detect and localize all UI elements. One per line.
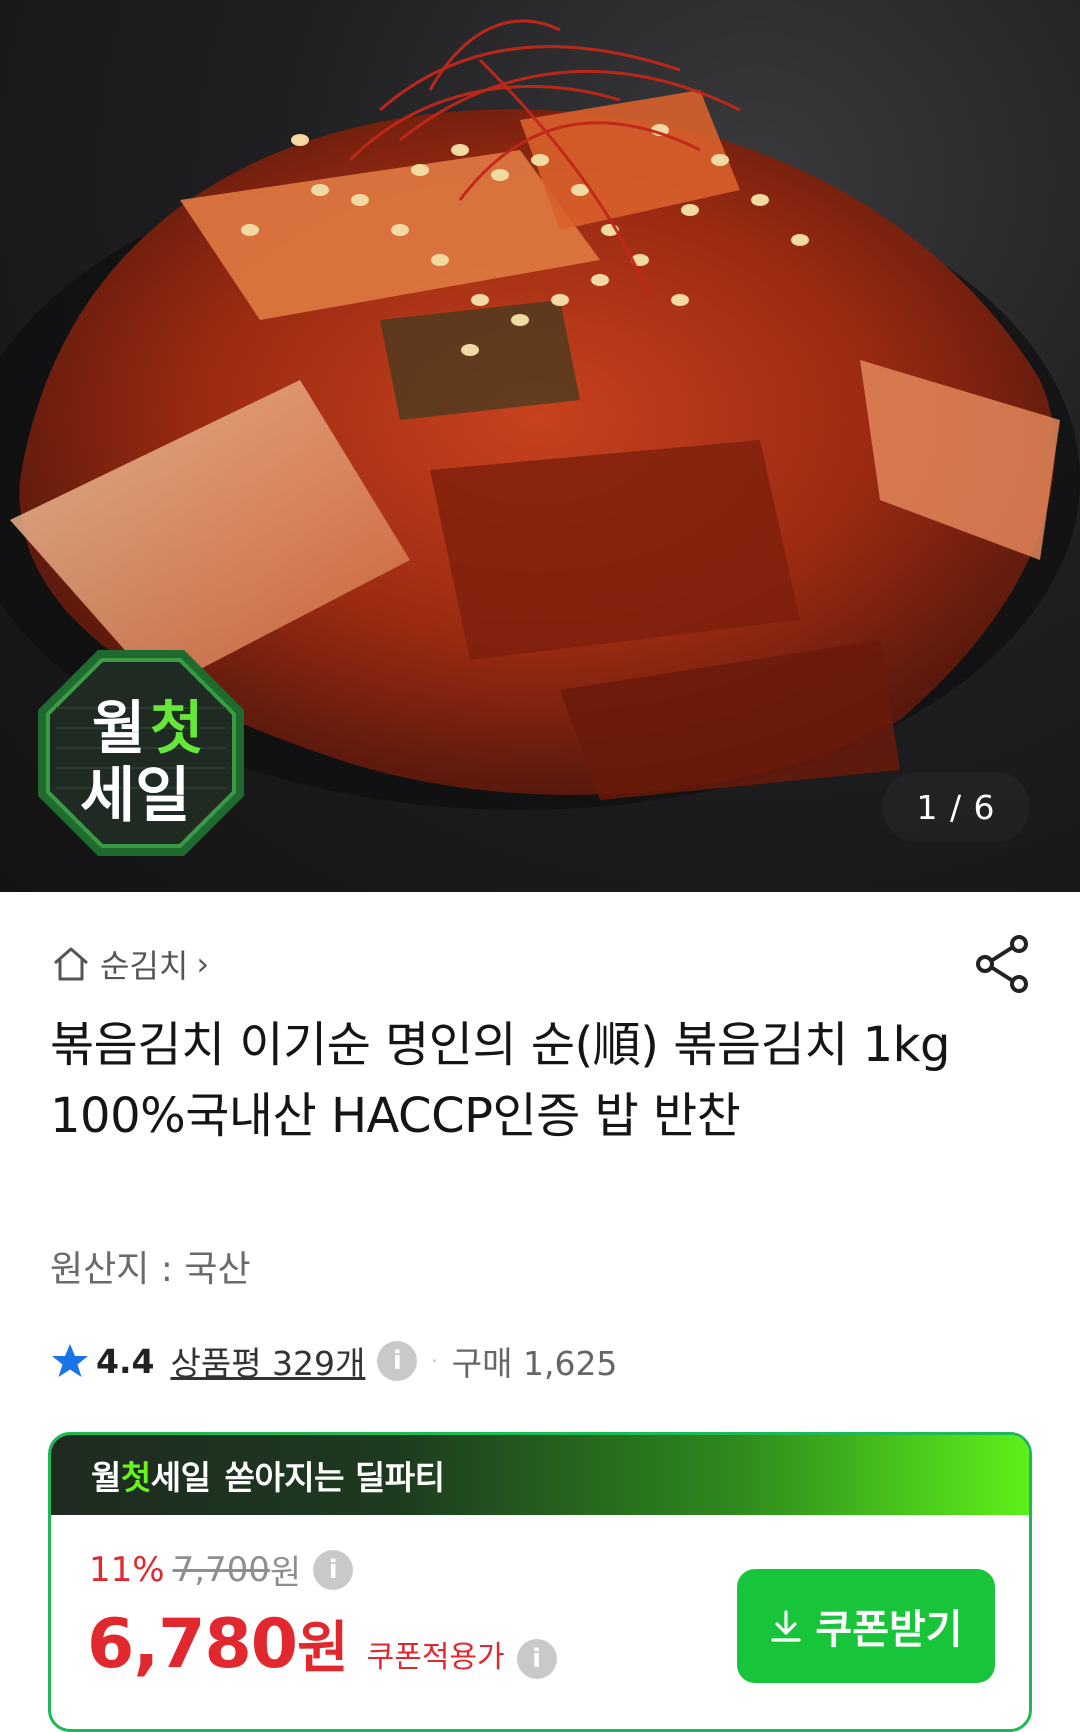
coupon-info-icon[interactable]: i: [516, 1639, 557, 1679]
rating-row: 4.4 상품평 329개 i · 구매 1,625: [50, 1335, 617, 1387]
get-coupon-button[interactable]: 쿠폰받기: [737, 1569, 995, 1683]
breadcrumb-category[interactable]: 순김치: [100, 941, 188, 987]
svg-text:세일: 세일: [80, 761, 190, 831]
image-counter: 1 / 6: [882, 772, 1030, 842]
info-icon[interactable]: i: [377, 1341, 418, 1381]
discount-rate: 11%: [89, 1549, 165, 1590]
product-title: 볶음김치 이기순 명인의 순(順) 볶음김치 1kg 100%국내산 HACCP…: [50, 1017, 950, 1144]
coupon-price-label: 쿠폰적용가: [366, 1640, 505, 1675]
get-coupon-label: 쿠폰받기: [815, 1607, 963, 1653]
sale-banner-text-b: 첫: [120, 1458, 151, 1497]
download-icon: [771, 1610, 801, 1642]
share-icon[interactable]: [974, 934, 1032, 994]
svg-text:월: 월: [92, 694, 145, 762]
review-count-link[interactable]: 상품평 329개: [170, 1337, 365, 1385]
price-row: 6,780 원 쿠폰적용가 i: [87, 1603, 571, 1684]
separator-dot: ·: [431, 1349, 438, 1373]
sale-price: 6,780: [87, 1605, 298, 1684]
rating-score: 4.4: [96, 1341, 155, 1381]
sale-banner-text-d: 쏟아지는 딜파티: [224, 1458, 445, 1497]
sale-price-unit: 원: [297, 1616, 349, 1681]
sale-banner-text-c: 세일: [150, 1458, 211, 1497]
sale-banner-text-a: 월: [91, 1458, 121, 1497]
discount-row: 11% 7,700 원 i: [89, 1545, 367, 1594]
original-price: 7,700: [172, 1549, 270, 1590]
home-icon: [54, 947, 88, 981]
purchase-count: 구매 1,625: [451, 1344, 618, 1383]
origin-info: 원산지 : 국산: [50, 1249, 251, 1290]
sale-price-card: 월 첫 세일 쏟아지는 딜파티 11% 7,700 원 i 6,780 원 쿠폰…: [48, 1432, 1032, 1732]
svg-text:첫: 첫: [150, 694, 203, 762]
product-image-carousel[interactable]: 월 첫 세일 1 / 6: [0, 0, 1080, 892]
sale-event-banner[interactable]: 월 첫 세일 쏟아지는 딜파티: [51, 1435, 1029, 1515]
star-icon: [52, 1344, 88, 1377]
price-info-icon[interactable]: i: [313, 1549, 354, 1590]
monthly-sale-badge: 월 첫 세일: [38, 650, 244, 856]
breadcrumb[interactable]: 순김치 ›: [50, 940, 209, 988]
original-price-unit: 원: [269, 1553, 302, 1593]
chevron-right-icon: ›: [196, 945, 210, 983]
